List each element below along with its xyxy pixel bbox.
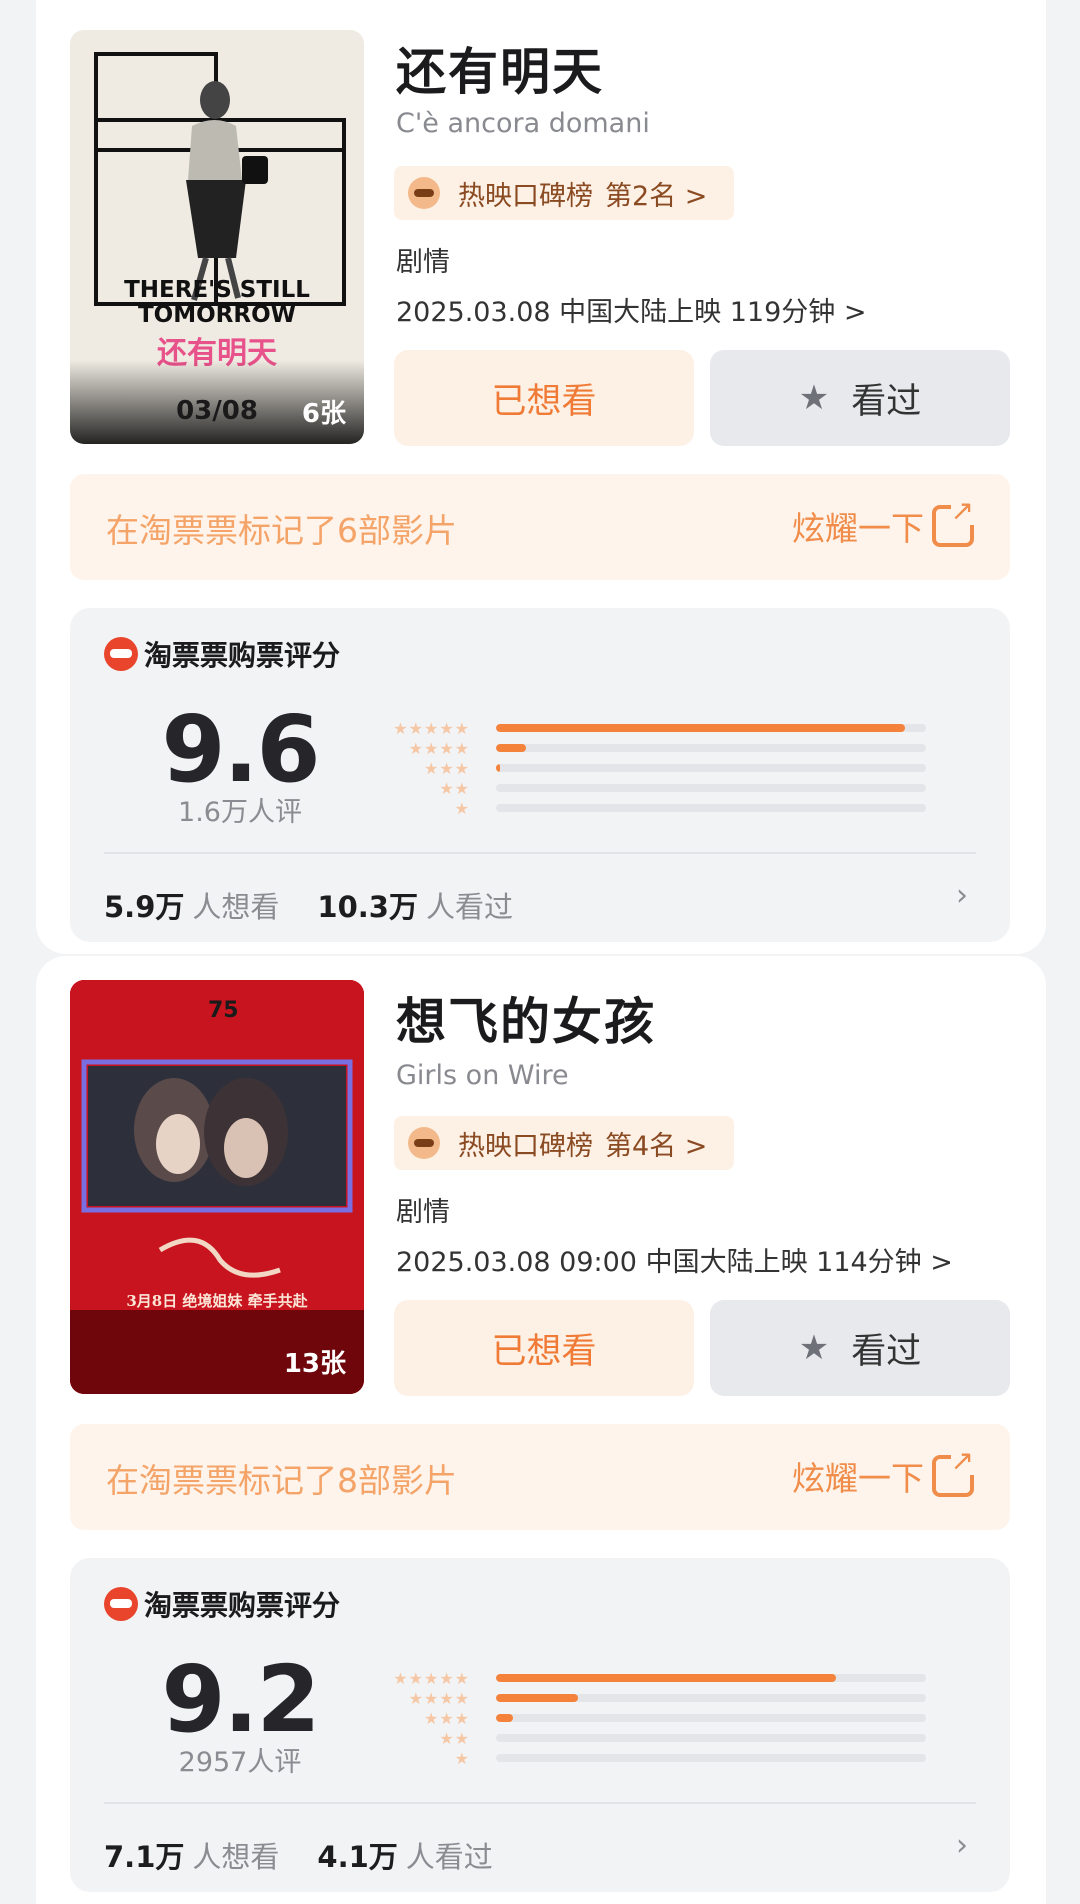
rating-score: 9.6 (161, 696, 321, 803)
rank-position: 第2名 > (605, 180, 708, 212)
rating-bar-5 (496, 724, 926, 732)
star-row-2: ★★ (439, 778, 470, 798)
movie-title: 还有明天 (396, 43, 604, 101)
taopiaopiao-logo-icon (104, 1587, 138, 1621)
rating-bar-fill (496, 744, 527, 752)
share-label: 炫耀一下 (792, 509, 924, 548)
marked-text: 在淘票票标记了8部影片 (106, 1461, 457, 1500)
rating-bar-fill (496, 1694, 578, 1702)
marked-banner[interactable]: 在淘票票标记了6部影片 炫耀一下 (70, 474, 1010, 580)
seen-button[interactable]: ★ 看过 (710, 1300, 1010, 1396)
rank-label: 热映口碑榜 (458, 1130, 593, 1162)
movie-card-2: 75 3月8日 绝境姐妹 牵手共赴 13张 想飞的女孩 Girls on Wir… (36, 956, 1046, 1904)
rating-panel[interactable]: 淘票票购票评分 9.2 2957人评 ★★★★★ ★★★★ ★★★ ★★ ★ 7… (70, 1558, 1010, 1892)
star-icon: ★ (798, 1328, 830, 1368)
seen-count: 10.3万 (317, 890, 418, 924)
rank-position: 第4名 > (605, 1130, 708, 1162)
rating-header: 淘票票购票评分 (104, 1584, 340, 1624)
star-row-1: ★ (454, 1748, 470, 1768)
glasses-icon (408, 1127, 440, 1159)
rating-bar-fill (496, 724, 905, 732)
rating-bar-2 (496, 784, 926, 792)
rating-bar-3 (496, 764, 926, 772)
movie-release-info[interactable]: 2025.03.08 中国大陆上映 119分钟 > (396, 290, 867, 329)
want-to-watch-button[interactable]: 已想看 (394, 1300, 694, 1396)
marked-text: 在淘票票标记了6部影片 (106, 511, 457, 550)
rank-badge[interactable]: 热映口碑榜 第4名 > (394, 1116, 734, 1170)
poster-artwork (70, 980, 364, 1394)
want-suffix: 人想看 (192, 1840, 280, 1874)
rating-panel[interactable]: 淘票票购票评分 9.6 1.6万人评 ★★★★★ ★★★★ ★★★ ★★ ★ 5… (70, 608, 1010, 942)
star-row-5: ★★★★★ (393, 1668, 470, 1688)
share-icon (932, 1447, 974, 1497)
movie-original-title: C'è ancora domani (396, 108, 650, 139)
star-row-5: ★★★★★ (393, 718, 470, 738)
seen-label: 看过 (851, 1331, 922, 1372)
rating-bar-3 (496, 1714, 926, 1722)
rating-bar-1 (496, 1754, 926, 1762)
rating-count: 2957人评 (178, 1747, 302, 1778)
rating-divider (104, 852, 976, 854)
poster-date-line: 3月8日 绝境姐妹 牵手共赴 (126, 1292, 308, 1310)
seen-suffix: 人看过 (425, 890, 513, 924)
rating-title: 淘票票购票评分 (144, 639, 341, 672)
rating-divider (104, 1802, 976, 1804)
rating-bar-fill (496, 1674, 836, 1682)
rank-label: 热映口碑榜 (458, 180, 593, 212)
audience-stats: 5.9万 人想看 10.3万 人看过 (104, 884, 513, 926)
rating-count: 1.6万人评 (178, 797, 302, 828)
movie-card-1: THERE'S STILL TOMORROW 还有明天 03/08 6张 还有明… (36, 0, 1046, 954)
rating-bar-1 (496, 804, 926, 812)
poster-festival-badge: 75 (208, 998, 239, 1023)
movie-release-info[interactable]: 2025.03.08 09:00 中国大陆上映 114分钟 > (396, 1240, 953, 1279)
glasses-icon (408, 177, 440, 209)
movie-original-title: Girls on Wire (396, 1060, 569, 1091)
star-row-1: ★ (454, 798, 470, 818)
rating-bar-4 (496, 744, 926, 752)
star-row-4: ★★★★ (408, 1688, 470, 1708)
share-icon (932, 497, 974, 547)
audience-stats: 7.1万 人想看 4.1万 人看过 (104, 1834, 493, 1876)
star-row-2: ★★ (439, 1728, 470, 1748)
poster-title-en: THERE'S STILL TOMORROW (124, 277, 310, 328)
star-row-4: ★★★★ (408, 738, 470, 758)
movie-title: 想飞的女孩 (396, 993, 656, 1051)
star-row-3: ★★★ (423, 758, 470, 778)
movie-poster[interactable]: 75 3月8日 绝境姐妹 牵手共赴 13张 (70, 980, 364, 1394)
share-button[interactable]: 炫耀一下 (792, 497, 974, 550)
poster-image-count: 13张 (283, 1349, 346, 1379)
seen-label: 看过 (851, 381, 922, 422)
seen-suffix: 人看过 (405, 1840, 493, 1874)
want-count: 7.1万 (104, 1840, 185, 1874)
rating-bar-4 (496, 1694, 926, 1702)
share-button[interactable]: 炫耀一下 (792, 1447, 974, 1500)
rating-score: 9.2 (161, 1646, 321, 1753)
rating-bar-fill (496, 764, 501, 772)
rating-bar-2 (496, 1734, 926, 1742)
star-icon: ★ (798, 378, 830, 418)
marked-banner[interactable]: 在淘票票标记了8部影片 炫耀一下 (70, 1424, 1010, 1530)
rating-bar-fill (496, 1714, 514, 1722)
chevron-right-icon[interactable]: › (956, 1828, 968, 1863)
rating-header: 淘票票购票评分 (104, 634, 340, 674)
star-row-3: ★★★ (423, 1708, 470, 1728)
want-to-watch-button[interactable]: 已想看 (394, 350, 694, 446)
rank-badge[interactable]: 热映口碑榜 第2名 > (394, 166, 734, 220)
want-count: 5.9万 (104, 890, 185, 924)
rating-bar-5 (496, 1674, 926, 1682)
seen-count: 4.1万 (317, 1840, 398, 1874)
share-label: 炫耀一下 (792, 1459, 924, 1498)
taopiaopiao-logo-icon (104, 637, 138, 671)
movie-genre: 剧情 (396, 247, 450, 278)
rating-title: 淘票票购票评分 (144, 1589, 341, 1622)
want-suffix: 人想看 (192, 890, 280, 924)
poster-image-count: 6张 (301, 399, 346, 429)
seen-button[interactable]: ★ 看过 (710, 350, 1010, 446)
chevron-right-icon[interactable]: › (956, 878, 968, 913)
movie-poster[interactable]: THERE'S STILL TOMORROW 还有明天 03/08 6张 (70, 30, 364, 444)
movie-genre: 剧情 (396, 1197, 450, 1228)
